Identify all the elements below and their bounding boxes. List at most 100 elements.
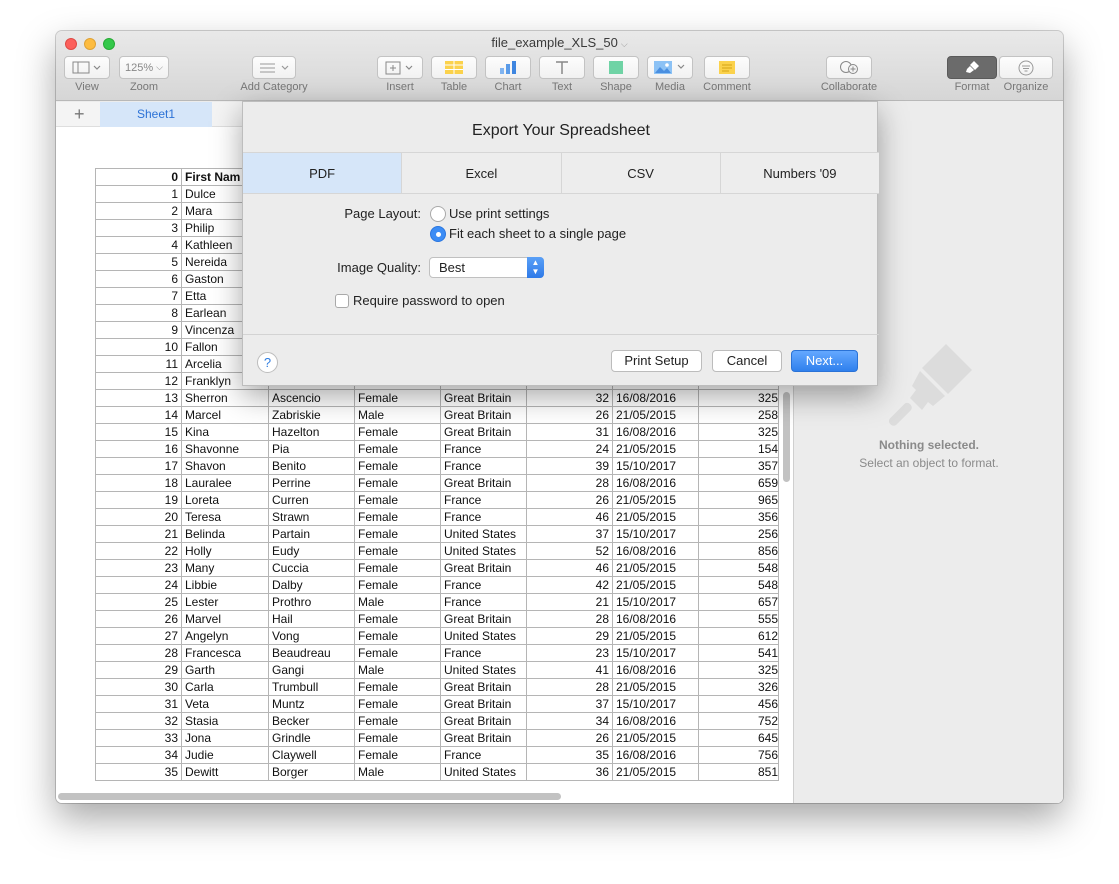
table-cell[interactable]: Female: [354, 576, 441, 594]
table-cell[interactable]: 7: [95, 287, 182, 305]
table-cell[interactable]: 22: [95, 542, 182, 560]
table-cell[interactable]: 27: [95, 627, 182, 645]
table-cell[interactable]: Borger: [268, 763, 355, 781]
table-row[interactable]: 22 Holly Eudy Female United States 52 16/08/20…: [95, 542, 779, 560]
table-cell[interactable]: 17: [95, 457, 182, 475]
table-cell[interactable]: Female: [354, 491, 441, 509]
table-cell[interactable]: Eudy: [268, 542, 355, 560]
table-cell[interactable]: Female: [354, 627, 441, 645]
table-cell[interactable]: Teresa: [181, 508, 269, 526]
table-cell[interactable]: Great Britain: [440, 559, 527, 577]
table-cell[interactable]: 16/08/2016: [612, 542, 699, 560]
table-cell[interactable]: 357: [698, 457, 779, 475]
chart-button[interactable]: Chart: [485, 56, 531, 93]
table-cell[interactable]: France: [440, 746, 527, 764]
table-cell[interactable]: 856: [698, 542, 779, 560]
table-cell[interactable]: 31: [95, 695, 182, 713]
table-cell[interactable]: Male: [354, 406, 441, 424]
table-cell[interactable]: 612: [698, 627, 779, 645]
table-cell[interactable]: 21: [95, 525, 182, 543]
table-cell[interactable]: Great Britain: [440, 678, 527, 696]
table-cell[interactable]: 21/05/2015: [612, 440, 699, 458]
table-cell[interactable]: 21/05/2015: [612, 627, 699, 645]
table-cell[interactable]: France: [440, 576, 527, 594]
table-cell[interactable]: 30: [95, 678, 182, 696]
table-cell[interactable]: 645: [698, 729, 779, 747]
zoom-button[interactable]: 125% ⌵ Zoom: [119, 56, 169, 93]
table-cell[interactable]: Lester: [181, 593, 269, 611]
table-cell[interactable]: France: [440, 457, 527, 475]
table-cell[interactable]: 28: [95, 644, 182, 662]
table-cell[interactable]: 26: [526, 491, 613, 509]
table-cell[interactable]: 46: [526, 508, 613, 526]
add-category-button[interactable]: Add Category: [238, 56, 310, 93]
table-cell[interactable]: Holly: [181, 542, 269, 560]
table-cell[interactable]: 21/05/2015: [612, 508, 699, 526]
table-cell[interactable]: Ascencio: [268, 389, 355, 407]
format-button[interactable]: Format: [947, 56, 997, 93]
table-cell[interactable]: Cuccia: [268, 559, 355, 577]
table-cell[interactable]: 3: [95, 219, 182, 237]
tab-csv[interactable]: CSV: [561, 153, 721, 193]
table-cell[interactable]: 16/08/2016: [612, 661, 699, 679]
table-row[interactable]: 35 Dewitt Borger Male United States 36 21/05/2…: [95, 763, 779, 781]
comment-button[interactable]: Comment: [700, 56, 754, 93]
table-cell[interactable]: Female: [354, 457, 441, 475]
require-password-checkbox[interactable]: [335, 294, 349, 308]
table-cell[interactable]: 256: [698, 525, 779, 543]
table-cell[interactable]: 37: [526, 695, 613, 713]
insert-button[interactable]: Insert: [377, 56, 423, 93]
table-cell[interactable]: 555: [698, 610, 779, 628]
table-cell[interactable]: 4: [95, 236, 182, 254]
table-cell[interactable]: Trumbull: [268, 678, 355, 696]
table-cell[interactable]: Great Britain: [440, 423, 527, 441]
table-cell[interactable]: 19: [95, 491, 182, 509]
table-cell[interactable]: 36: [526, 763, 613, 781]
table-row[interactable]: 20 Teresa Strawn Female France 46 21/05/2015 35…: [95, 508, 779, 526]
table-row[interactable]: 23 Many Cuccia Female Great Britain 46 21/05/2…: [95, 559, 779, 577]
table-cell[interactable]: Benito: [268, 457, 355, 475]
table-cell[interactable]: 659: [698, 474, 779, 492]
table-cell[interactable]: Female: [354, 423, 441, 441]
table-cell[interactable]: 28: [526, 474, 613, 492]
text-button[interactable]: Text: [539, 56, 585, 93]
table-row[interactable]: 27 Angelyn Vong Female United States 29 21/05/…: [95, 627, 779, 645]
table-cell[interactable]: 851: [698, 763, 779, 781]
table-cell[interactable]: France: [440, 644, 527, 662]
table-cell[interactable]: Claywell: [268, 746, 355, 764]
table-cell[interactable]: Great Britain: [440, 474, 527, 492]
help-button[interactable]: ?: [257, 352, 278, 373]
table-row[interactable]: 18 Lauralee Perrine Female Great Britain 28 16…: [95, 474, 779, 492]
table-cell[interactable]: United States: [440, 763, 527, 781]
table-cell[interactable]: Libbie: [181, 576, 269, 594]
tab-pdf[interactable]: PDF: [243, 153, 403, 193]
table-cell[interactable]: 21/05/2015: [612, 491, 699, 509]
table-cell[interactable]: Partain: [268, 525, 355, 543]
table-cell[interactable]: Angelyn: [181, 627, 269, 645]
table-cell[interactable]: 26: [526, 729, 613, 747]
table-cell[interactable]: 15/10/2017: [612, 644, 699, 662]
table-row[interactable]: 15 Kina Hazelton Female Great Britain 31 16/08…: [95, 423, 779, 441]
table-cell[interactable]: 37: [526, 525, 613, 543]
table-cell[interactable]: 16: [95, 440, 182, 458]
table-cell[interactable]: 21/05/2015: [612, 406, 699, 424]
table-cell[interactable]: 21/05/2015: [612, 729, 699, 747]
table-cell[interactable]: Hail: [268, 610, 355, 628]
table-row[interactable]: 24 Libbie Dalby Female France 42 21/05/2015 548: [95, 576, 779, 594]
table-cell[interactable]: 16/08/2016: [612, 423, 699, 441]
table-cell[interactable]: Great Britain: [440, 712, 527, 730]
table-cell[interactable]: 42: [526, 576, 613, 594]
table-cell[interactable]: Francesca: [181, 644, 269, 662]
collaborate-button[interactable]: Collaborate: [816, 56, 882, 93]
use-print-settings-label[interactable]: Use print settings: [449, 206, 549, 221]
table-cell[interactable]: Perrine: [268, 474, 355, 492]
table-cell[interactable]: 15/10/2017: [612, 525, 699, 543]
table-cell[interactable]: 21: [526, 593, 613, 611]
table-row[interactable]: 33 Jona Grindle Female Great Britain 26 21/05/…: [95, 729, 779, 747]
table-cell[interactable]: 14: [95, 406, 182, 424]
table-cell[interactable]: France: [440, 508, 527, 526]
table-cell[interactable]: Female: [354, 729, 441, 747]
table-cell[interactable]: Becker: [268, 712, 355, 730]
table-cell[interactable]: 10: [95, 338, 182, 356]
sheet-tab-sheet1[interactable]: Sheet1: [100, 102, 212, 127]
